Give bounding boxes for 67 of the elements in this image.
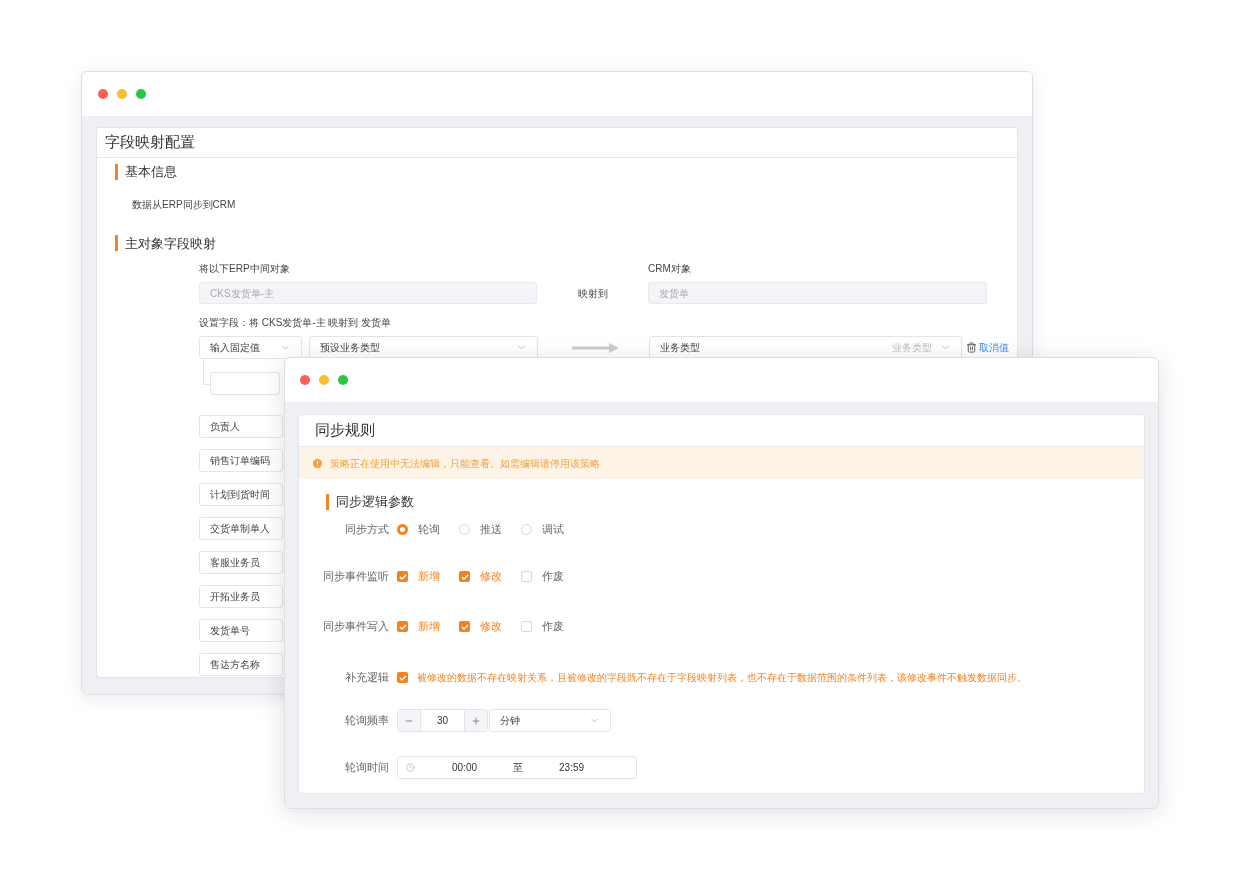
checkbox-label: 修改 bbox=[480, 619, 502, 635]
supplement-text: 被修改的数据不存在映射关系，且被修改的字段既不存在于字段映射列表，也不存在于数据范围的条件列表，该修改事件不触发数据同步。 bbox=[417, 671, 1027, 685]
right-arrow-icon bbox=[572, 342, 619, 353]
set-fields-label: 设置字段：将 CKS发货单-主 映射到 发货单 bbox=[199, 316, 393, 330]
checkbox-label: 作废 bbox=[542, 619, 564, 635]
window-title: 字段映射配置 bbox=[105, 132, 195, 153]
field-label: 将以下ERP中间对象 bbox=[199, 262, 291, 276]
section-heading: 基本信息 bbox=[125, 163, 177, 181]
increment-button[interactable] bbox=[464, 710, 487, 731]
description-text: 数据从ERP同步到CRM bbox=[132, 197, 237, 212]
start-time: 00:00 bbox=[452, 761, 478, 775]
field-item[interactable]: 发货单号 bbox=[199, 619, 283, 642]
radio-label: 推送 bbox=[480, 522, 502, 538]
checkbox[interactable] bbox=[397, 672, 408, 683]
stepper-value: 30 bbox=[435, 714, 450, 728]
field-item[interactable]: 负责人 bbox=[199, 415, 283, 438]
field-label: 补充逻辑 bbox=[344, 670, 390, 686]
checkbox[interactable] bbox=[521, 571, 532, 582]
checkbox-label: 新增 bbox=[418, 569, 440, 585]
end-time: 23:59 bbox=[559, 761, 585, 775]
field-item[interactable]: 交货单制单人 bbox=[199, 517, 283, 540]
section-accent-bar bbox=[326, 493, 329, 510]
window-title: 同步规则 bbox=[315, 420, 375, 441]
alert-text: 策略正在使用中无法编辑，只能查看。如需编辑请停用该策略 bbox=[330, 456, 600, 471]
radio-button[interactable] bbox=[459, 524, 470, 535]
trash-icon[interactable] bbox=[966, 342, 977, 353]
field-item[interactable]: 销售订单编码 bbox=[199, 449, 283, 472]
checkbox-label: 新增 bbox=[418, 619, 440, 635]
radio-button[interactable] bbox=[521, 524, 532, 535]
checkbox-label: 修改 bbox=[480, 569, 502, 585]
section-heading: 同步逻辑参数 bbox=[336, 493, 414, 511]
radio-button[interactable] bbox=[397, 524, 408, 535]
checkbox[interactable] bbox=[521, 621, 532, 632]
section-accent-bar bbox=[115, 163, 118, 180]
checkbox[interactable] bbox=[459, 621, 470, 632]
plus-icon bbox=[471, 715, 481, 726]
unit-select[interactable]: 分钟 bbox=[489, 709, 611, 732]
field-label: 同步事件写入 bbox=[322, 619, 390, 635]
radio-label: 轮询 bbox=[418, 522, 440, 538]
section-heading: 主对象字段映射 bbox=[125, 234, 216, 253]
radio-label: 调试 bbox=[542, 522, 564, 538]
input-field[interactable] bbox=[210, 372, 280, 395]
field-item[interactable]: 计划到货时间 bbox=[199, 483, 283, 506]
map-to-label: 映射到 bbox=[576, 286, 609, 301]
section-accent-bar bbox=[115, 235, 118, 252]
field-label: CRM对象 bbox=[648, 262, 692, 276]
time-range-field[interactable]: 00:00 至 23:59 bbox=[397, 756, 637, 779]
clock-icon bbox=[406, 763, 415, 772]
number-stepper[interactable]: 30 bbox=[397, 709, 488, 732]
field-label: 同步方式 bbox=[344, 522, 390, 538]
range-separator: 至 bbox=[513, 761, 524, 775]
field-item[interactable]: 开拓业务员 bbox=[199, 585, 283, 608]
checkbox[interactable] bbox=[397, 571, 408, 582]
field-item[interactable]: 售达方名称 bbox=[199, 653, 283, 676]
connector-line bbox=[203, 359, 210, 385]
cancel-value-link[interactable]: 取消值 bbox=[979, 340, 1009, 355]
checkbox-label: 作废 bbox=[542, 569, 564, 585]
readonly-field: CKS发货单-主 bbox=[199, 282, 537, 304]
decrement-button[interactable] bbox=[398, 710, 421, 731]
alert-icon bbox=[313, 458, 322, 468]
field-label: 同步事件监听 bbox=[322, 569, 390, 585]
field-label: 轮询频率 bbox=[344, 713, 390, 729]
checkbox[interactable] bbox=[459, 571, 470, 582]
field-item[interactable]: 客服业务员 bbox=[199, 551, 283, 574]
checkbox[interactable] bbox=[397, 621, 408, 632]
readonly-field: 发货单 bbox=[648, 282, 987, 304]
field-label: 轮询时间 bbox=[344, 760, 390, 776]
